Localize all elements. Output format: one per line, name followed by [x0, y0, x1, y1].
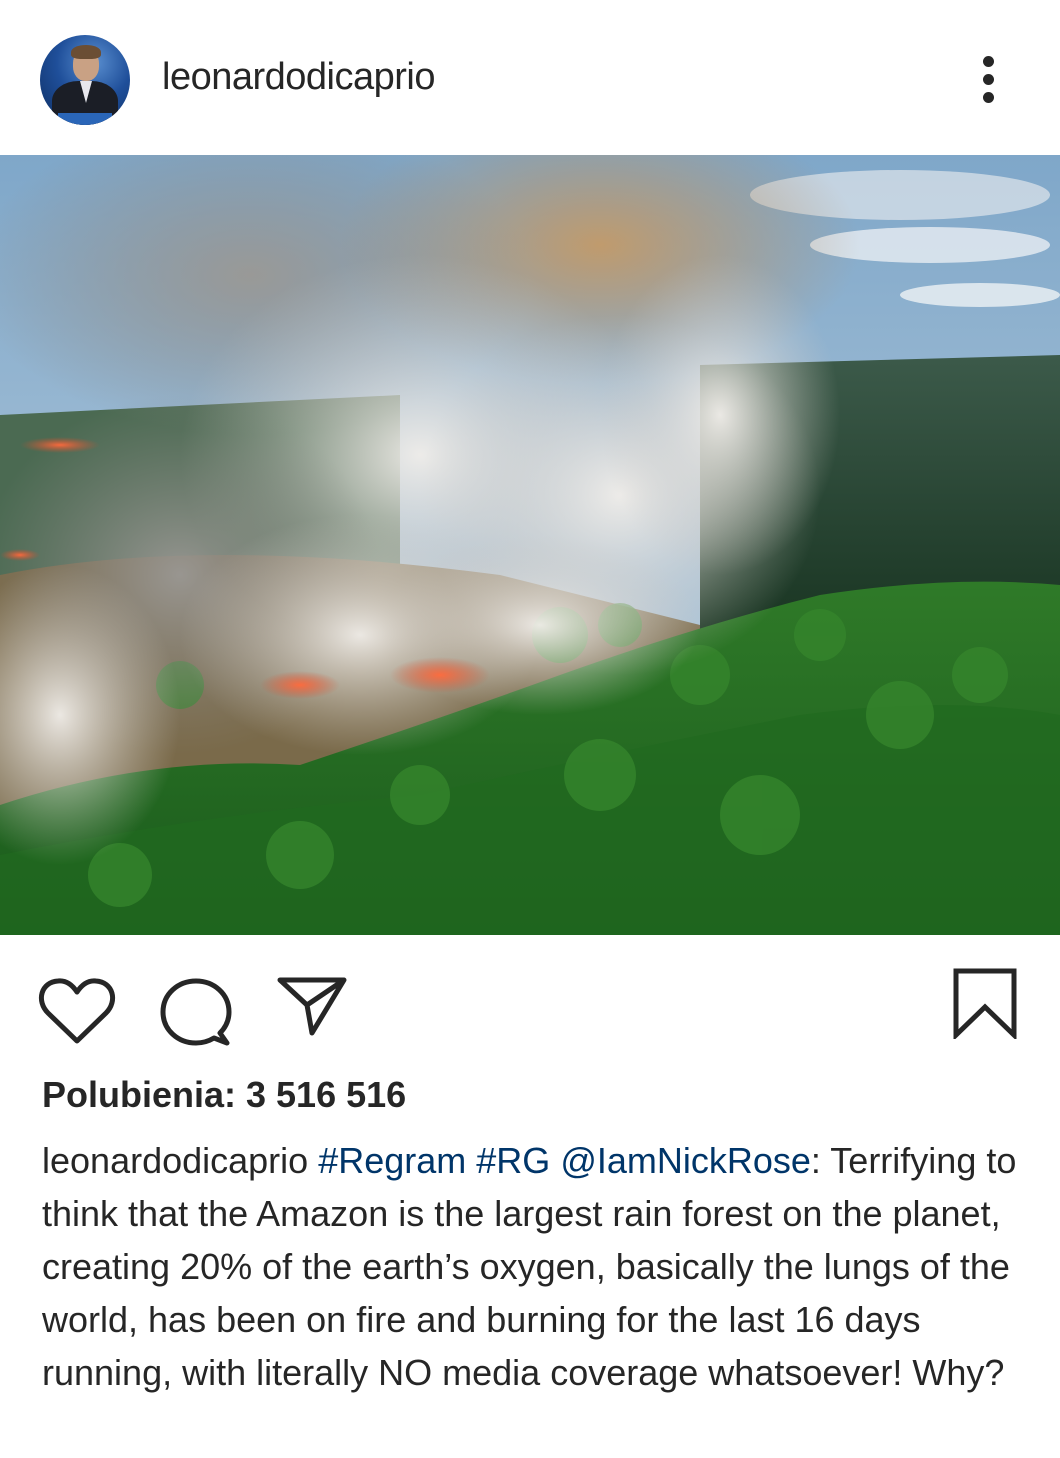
profile-avatar[interactable] [40, 35, 130, 125]
post-username[interactable]: leonardodicaprio [162, 56, 435, 99]
paper-plane-icon[interactable] [276, 975, 348, 1037]
likes-count[interactable]: Polubienia: 3 516 516 [42, 1074, 406, 1116]
hashtag-rg[interactable]: #RG [476, 1140, 550, 1181]
post-actions [0, 955, 1060, 1055]
heart-icon[interactable] [38, 977, 116, 1045]
post-photo[interactable] [0, 155, 1060, 935]
comment-bubble-icon[interactable] [160, 977, 232, 1049]
avatar-hair [71, 45, 101, 59]
avatar-podium [58, 113, 112, 125]
hashtag-regram[interactable]: #Regram [318, 1140, 466, 1181]
mention-iamnickrose[interactable]: @IamNickRose [560, 1140, 811, 1181]
amazon-forest-fire-image [0, 155, 1060, 935]
caption-colon: : [810, 1140, 821, 1181]
more-vertical-icon[interactable] [970, 50, 1010, 110]
caption-username[interactable]: leonardodicaprio [42, 1140, 308, 1181]
bookmark-icon[interactable] [952, 967, 1018, 1039]
post-header: leonardodicaprio [0, 0, 1060, 155]
post-caption: leonardodicaprio #Regram #RG @IamNickRos… [42, 1134, 1017, 1399]
